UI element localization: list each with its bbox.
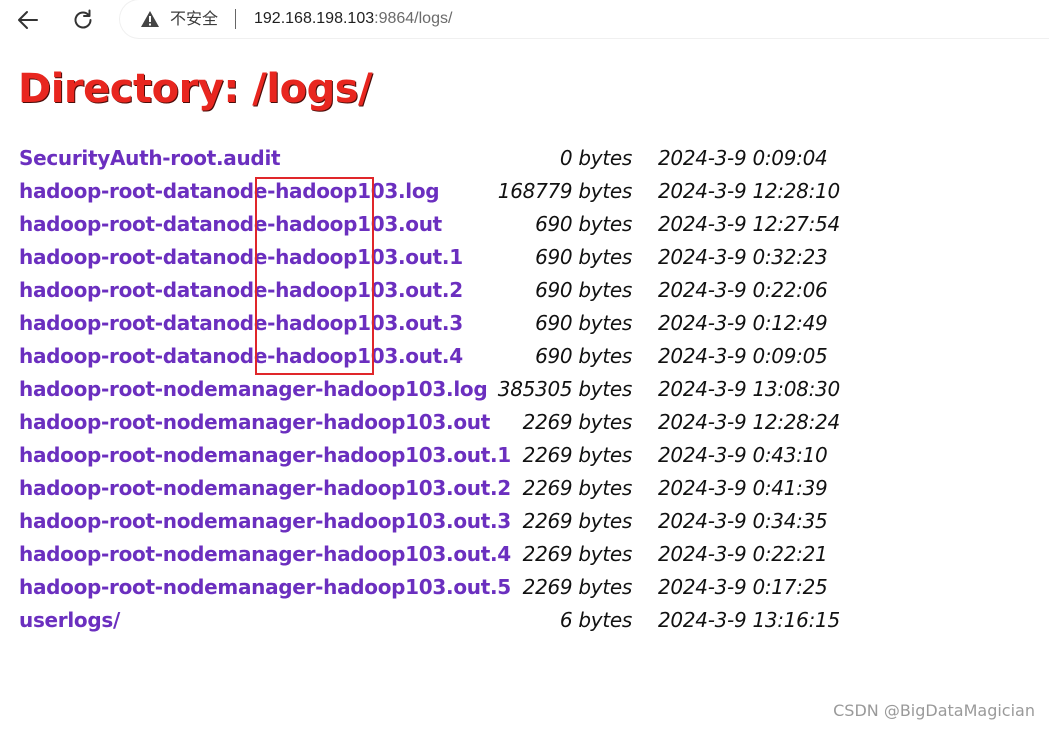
file-size: 2269 bytes xyxy=(522,575,633,599)
file-row: hadoop-root-nodemanager-hadoop103.log 385… xyxy=(0,373,900,406)
file-date: 2024-3-9 0:09:05 xyxy=(658,344,828,368)
file-date: 2024-3-9 0:17:25 xyxy=(658,575,828,599)
file-date: 2024-3-9 13:16:15 xyxy=(658,608,840,632)
file-size: 168779 bytes xyxy=(497,179,633,203)
file-row: userlogs/6 bytes 2024-3-9 13:16:15 xyxy=(0,604,900,637)
file-date: 2024-3-9 12:28:24 xyxy=(658,410,840,434)
security-label[interactable]: 不安全 xyxy=(170,9,218,29)
address-bar[interactable]: 不安全 192.168.198.103:9864/logs/ xyxy=(120,0,1049,38)
url-path: :9864/logs/ xyxy=(374,10,453,27)
file-size: 6 bytes xyxy=(559,608,632,632)
file-row: hadoop-root-datanode-hadoop103.log 168779… xyxy=(0,175,900,208)
file-size: 2269 bytes xyxy=(522,410,633,434)
file-link[interactable]: hadoop-root-nodemanager-hadoop103.out.5 xyxy=(19,571,511,604)
file-row: hadoop-root-nodemanager-hadoop103.out.5 2… xyxy=(0,571,900,604)
file-link[interactable]: hadoop-root-datanode-hadoop103.log xyxy=(19,175,440,208)
reload-icon xyxy=(74,9,92,29)
url-host: 192.168.198.103 xyxy=(254,10,375,27)
file-row: hadoop-root-datanode-hadoop103.out.1 690 … xyxy=(0,241,900,274)
file-link[interactable]: hadoop-root-nodemanager-hadoop103.out.4 xyxy=(19,538,511,571)
file-date: 2024-3-9 0:32:23 xyxy=(658,245,828,269)
file-link[interactable]: hadoop-root-datanode-hadoop103.out.2 xyxy=(19,274,463,307)
file-row: hadoop-root-nodemanager-hadoop103.out.2 2… xyxy=(0,472,900,505)
file-date: 2024-3-9 13:08:30 xyxy=(658,377,840,401)
file-link[interactable]: userlogs/ xyxy=(19,604,120,637)
file-row: hadoop-root-nodemanager-hadoop103.out.4 2… xyxy=(0,538,900,571)
file-size: 690 bytes xyxy=(535,344,632,368)
file-date: 2024-3-9 0:12:49 xyxy=(658,311,828,335)
file-size: 690 bytes xyxy=(535,245,632,269)
file-row: SecurityAuth-root.audit 0 bytes 2024-3-9 0… xyxy=(0,142,900,175)
file-size: 690 bytes xyxy=(535,311,632,335)
file-size: 690 bytes xyxy=(535,278,632,302)
watermark: CSDN @BigDataMagician xyxy=(833,701,1035,720)
file-date: 2024-3-9 0:34:35 xyxy=(658,509,828,533)
file-link[interactable]: hadoop-root-datanode-hadoop103.out.3 xyxy=(19,307,463,340)
address-divider xyxy=(235,9,236,29)
file-row: hadoop-root-datanode-hadoop103.out.2 690 … xyxy=(0,274,900,307)
file-size: 385305 bytes xyxy=(497,377,633,401)
file-row: hadoop-root-datanode-hadoop103.out 690 by… xyxy=(0,208,900,241)
file-row: hadoop-root-nodemanager-hadoop103.out.1 2… xyxy=(0,439,900,472)
file-link[interactable]: hadoop-root-datanode-hadoop103.out.1 xyxy=(19,241,463,274)
browser-toolbar: 不安全 192.168.198.103:9864/logs/ xyxy=(0,0,1049,44)
file-date: 2024-3-9 0:22:21 xyxy=(658,542,828,566)
file-row: hadoop-root-nodemanager-hadoop103.out 226… xyxy=(0,406,900,439)
file-size: 2269 bytes xyxy=(522,443,633,467)
file-row: hadoop-root-datanode-hadoop103.out.3 690 … xyxy=(0,307,900,340)
file-date: 2024-3-9 0:41:39 xyxy=(658,476,828,500)
page-content: Directory: /logs/ SecurityAuth-root.audi… xyxy=(0,44,1049,730)
page-title: Directory: /logs/ xyxy=(18,66,373,112)
file-link[interactable]: hadoop-root-datanode-hadoop103.out.4 xyxy=(19,340,463,373)
file-date: 2024-3-9 12:27:54 xyxy=(658,212,840,236)
file-date: 2024-3-9 0:09:04 xyxy=(658,146,828,170)
file-link[interactable]: hadoop-root-nodemanager-hadoop103.out xyxy=(19,406,490,439)
warning-icon[interactable] xyxy=(140,9,160,29)
file-link[interactable]: hadoop-root-datanode-hadoop103.out xyxy=(19,208,442,241)
file-size: 2269 bytes xyxy=(522,542,633,566)
file-link[interactable]: hadoop-root-nodemanager-hadoop103.out.3 xyxy=(19,505,511,538)
file-row: hadoop-root-nodemanager-hadoop103.out.3 2… xyxy=(0,505,900,538)
file-link[interactable]: hadoop-root-nodemanager-hadoop103.out.2 xyxy=(19,472,511,505)
file-size: 690 bytes xyxy=(535,212,632,236)
reload-button[interactable] xyxy=(67,4,99,36)
file-date: 2024-3-9 0:43:10 xyxy=(658,443,828,467)
arrow-left-icon xyxy=(18,11,38,29)
file-link[interactable]: SecurityAuth-root.audit xyxy=(19,142,281,175)
file-row: hadoop-root-datanode-hadoop103.out.4 690 … xyxy=(0,340,900,373)
file-size: 0 bytes xyxy=(559,146,632,170)
file-date: 2024-3-9 0:22:06 xyxy=(658,278,828,302)
file-link[interactable]: hadoop-root-nodemanager-hadoop103.out.1 xyxy=(19,439,511,472)
file-date: 2024-3-9 12:28:10 xyxy=(658,179,840,203)
file-size: 2269 bytes xyxy=(522,476,633,500)
back-button[interactable] xyxy=(12,4,44,36)
url-text[interactable]: 192.168.198.103:9864/logs/ xyxy=(254,9,452,29)
file-size: 2269 bytes xyxy=(522,509,633,533)
file-link[interactable]: hadoop-root-nodemanager-hadoop103.log xyxy=(19,373,488,406)
